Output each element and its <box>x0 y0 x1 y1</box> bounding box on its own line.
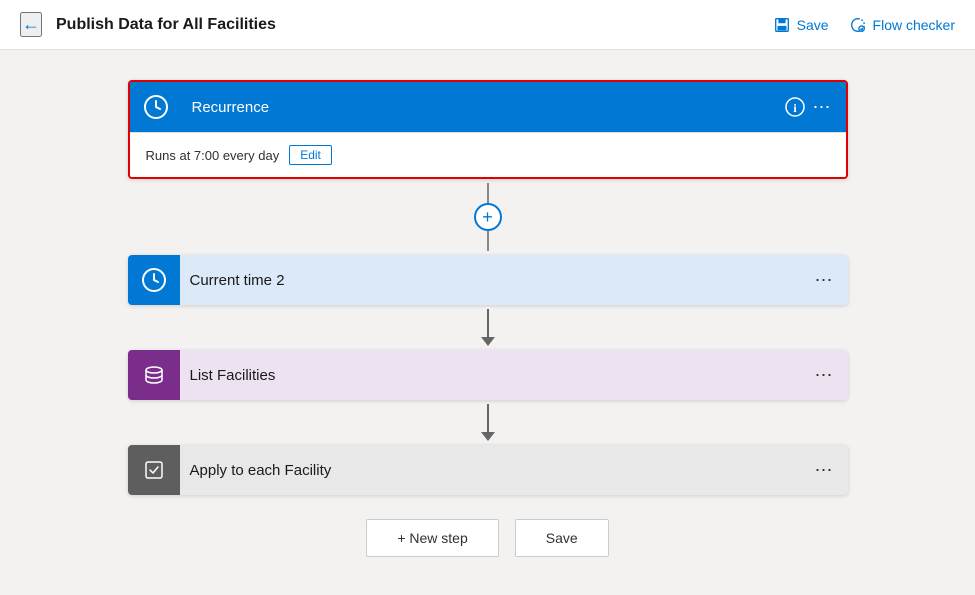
recurrence-body-text: Runs at 7:00 every day <box>146 148 280 163</box>
currenttime-icon-wrapper <box>128 255 180 305</box>
applytoeach-header: Apply to each Facility ⋯ <box>128 445 848 495</box>
header-actions: Save Flow checker <box>773 16 955 34</box>
recurrence-label: Recurrence <box>182 99 785 116</box>
applytoeach-actions: ⋯ <box>815 460 848 481</box>
save-label: Save <box>797 17 829 33</box>
connector-line-bottom <box>487 231 489 251</box>
current-time-step[interactable]: Current time 2 ⋯ <box>128 255 848 305</box>
listfacilities-icon-wrapper <box>128 350 180 400</box>
recurrence-edit-button[interactable]: Edit <box>289 145 332 165</box>
flow-checker-label: Flow checker <box>873 17 955 33</box>
apply-each-step[interactable]: Apply to each Facility ⋯ <box>128 445 848 495</box>
currenttime-actions: ⋯ <box>815 270 848 291</box>
recurrence-step[interactable]: Recurrence i ⋯ Runs at 7:00 every day Ed… <box>128 80 848 179</box>
flow-checker-icon <box>849 16 867 34</box>
flow-canvas: Recurrence i ⋯ Runs at 7:00 every day Ed… <box>0 50 975 595</box>
loop-icon <box>142 458 166 482</box>
connector-line-top <box>487 183 489 203</box>
bottom-buttons: + New step Save <box>366 519 608 557</box>
currenttime-more-button[interactable]: ⋯ <box>815 270 834 291</box>
recurrence-actions: i ⋯ <box>785 97 846 118</box>
arrow-head-2 <box>481 432 495 441</box>
flow-container: Recurrence i ⋯ Runs at 7:00 every day Ed… <box>128 80 848 557</box>
back-button[interactable]: ← <box>20 12 42 37</box>
currenttime-label: Current time 2 <box>180 272 815 289</box>
arrow-head-1 <box>481 337 495 346</box>
add-step-button[interactable]: + <box>474 203 502 231</box>
bottom-save-button[interactable]: Save <box>515 519 609 557</box>
listfacilities-more-button[interactable]: ⋯ <box>815 365 834 386</box>
applytoeach-more-button[interactable]: ⋯ <box>815 460 834 481</box>
arrow-line-2 <box>487 404 489 432</box>
listfacilities-label: List Facilities <box>180 367 815 384</box>
applytoeach-icon-wrapper <box>128 445 180 495</box>
database-icon <box>142 363 166 387</box>
recurrence-header: Recurrence i ⋯ <box>130 82 846 132</box>
arrow-connector-1 <box>481 309 495 346</box>
info-icon: i <box>785 97 805 117</box>
flow-checker-button[interactable]: Flow checker <box>849 16 955 34</box>
save-icon <box>773 16 791 34</box>
page-title: Publish Data for All Facilities <box>56 16 773 34</box>
arrow-line-1 <box>487 309 489 337</box>
recurrence-info-button[interactable]: i <box>785 97 805 117</box>
currenttime-header: Current time 2 ⋯ <box>128 255 848 305</box>
applytoeach-label: Apply to each Facility <box>180 462 815 479</box>
add-connector: + <box>474 183 502 251</box>
recurrence-icon-wrapper <box>130 82 182 132</box>
listfacilities-actions: ⋯ <box>815 365 848 386</box>
clock-icon <box>143 94 169 120</box>
clock-icon-2 <box>141 267 167 293</box>
svg-text:i: i <box>793 101 797 115</box>
recurrence-body: Runs at 7:00 every day Edit <box>130 132 846 177</box>
arrow-connector-2 <box>481 404 495 441</box>
listfacilities-header: List Facilities ⋯ <box>128 350 848 400</box>
new-step-button[interactable]: + New step <box>366 519 498 557</box>
app-header: ← Publish Data for All Facilities Save F… <box>0 0 975 50</box>
save-button[interactable]: Save <box>773 16 829 34</box>
list-facilities-step[interactable]: List Facilities ⋯ <box>128 350 848 400</box>
recurrence-more-button[interactable]: ⋯ <box>813 97 832 118</box>
